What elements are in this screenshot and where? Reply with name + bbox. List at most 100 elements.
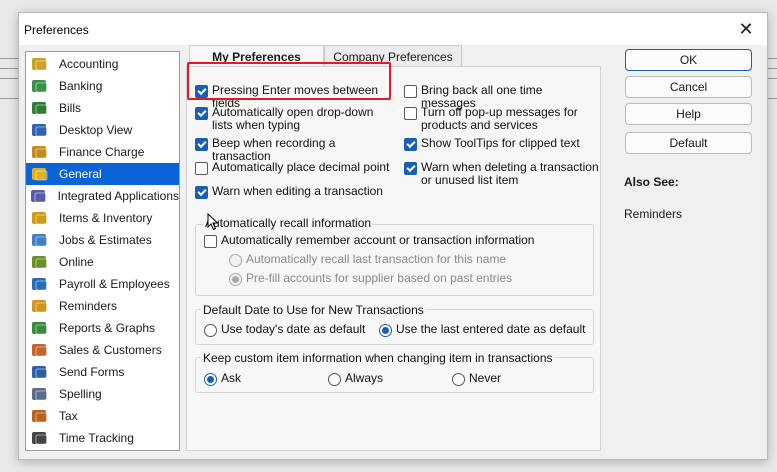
sidebar-item-label: General [59, 167, 102, 181]
close-button[interactable]: ✕ [735, 19, 757, 39]
use-today-radio[interactable]: Use today's date as default [204, 323, 374, 337]
items-inventory-icon [29, 209, 51, 227]
checkbox-box[interactable] [195, 186, 208, 199]
warn-deleting-checkbox[interactable]: Warn when deleting a transaction or unus… [404, 161, 599, 187]
auto-dropdown-checkbox[interactable]: Automatically open drop-down lists when … [195, 106, 395, 132]
turn-off-popup-checkbox[interactable]: Turn off pop-up messages for products an… [404, 106, 599, 132]
sidebar-item-finance-charge[interactable]: Finance Charge [26, 141, 179, 163]
sidebar-item-label: Tax [59, 409, 78, 423]
online-icon [29, 253, 51, 271]
sidebar-item-label: Jobs & Estimates [59, 233, 152, 247]
tab-my-preferences[interactable]: My Preferences [189, 45, 324, 67]
finance-charge-icon [29, 143, 51, 161]
sales-icon [29, 341, 51, 359]
banking-icon [29, 77, 51, 95]
default-button[interactable]: Default [625, 132, 752, 154]
sidebar-item-label: Payroll & Employees [59, 277, 170, 291]
radio-button[interactable] [328, 373, 341, 386]
sidebar-item-label: Integrated Applications [57, 189, 179, 203]
preferences-dialog: Preferences ✕ Accounting Banking Bills Desk… [18, 12, 768, 460]
bills-icon [29, 99, 51, 117]
sidebar-item-label: Spelling [59, 387, 102, 401]
sidebar-item-label: Online [59, 255, 94, 269]
reports-icon [29, 319, 51, 337]
radio-button[interactable] [204, 373, 217, 386]
sidebar-item-label: Send Forms [59, 365, 125, 379]
sidebar-item-label: Finance Charge [59, 145, 145, 159]
always-radio[interactable]: Always [328, 372, 408, 386]
accounting-icon [29, 55, 51, 73]
cancel-button[interactable]: Cancel [625, 76, 752, 98]
sidebar-item-time-tracking[interactable]: Time Tracking [26, 427, 179, 449]
sidebar-item-sales-customers[interactable]: Sales & Customers [26, 339, 179, 361]
window-title: Preferences [24, 23, 89, 37]
sidebar-item-items-inventory[interactable]: Items & Inventory [26, 207, 179, 229]
show-tooltips-checkbox[interactable]: Show ToolTips for clipped text [404, 137, 599, 151]
default-date-group-title: Default Date to Use for New Transactions [201, 303, 426, 317]
checkbox-box[interactable] [195, 85, 208, 98]
mouse-cursor-icon [207, 213, 219, 231]
checkbox-box[interactable] [404, 85, 417, 98]
ask-radio[interactable]: Ask [204, 372, 284, 386]
sidebar-item-reminders[interactable]: Reminders [26, 295, 179, 317]
also-see-label: Also See: [624, 175, 679, 189]
also-see-reminders-link[interactable]: Reminders [624, 207, 682, 221]
sidebar-item-send-forms[interactable]: Send Forms [26, 361, 179, 383]
tab-company-preferences[interactable]: Company Preferences [324, 45, 462, 67]
checkbox-box[interactable] [204, 235, 217, 248]
time-tracking-icon [29, 429, 51, 447]
general-icon [29, 165, 51, 183]
sidebar-item-jobs-estimates[interactable]: Jobs & Estimates [26, 229, 179, 251]
sidebar-item-label: Accounting [59, 57, 119, 71]
checkbox-box[interactable] [195, 162, 208, 175]
sidebar-item-label: Reminders [59, 299, 118, 313]
checkbox-box[interactable] [404, 162, 417, 175]
ok-button[interactable]: OK [625, 49, 752, 71]
sidebar-item-desktop-view[interactable]: Desktop View [26, 119, 179, 141]
checkbox-box[interactable] [195, 138, 208, 151]
sidebar-item-reports-graphs[interactable]: Reports & Graphs [26, 317, 179, 339]
sidebar-item-general[interactable]: General [26, 163, 179, 185]
decimal-point-checkbox[interactable]: Automatically place decimal point [195, 161, 395, 175]
remember-account-checkbox[interactable]: Automatically remember account or transa… [204, 234, 589, 248]
sidebar-item-label: Time Tracking [59, 431, 134, 445]
never-radio[interactable]: Never [452, 372, 532, 386]
payroll-icon [29, 275, 51, 293]
my-preferences-panel: Pressing Enter moves between fields Auto… [186, 66, 601, 451]
tax-icon [29, 407, 51, 425]
help-button[interactable]: Help [625, 103, 752, 125]
sidebar-item-tax[interactable]: Tax [26, 405, 179, 427]
sidebar-item-accounting[interactable]: Accounting [26, 53, 179, 75]
sidebar-item-payroll-employees[interactable]: Payroll & Employees [26, 273, 179, 295]
sidebar-item-label: Items & Inventory [59, 211, 153, 225]
recall-last-radio[interactable]: Automatically recall last transaction fo… [229, 253, 589, 267]
preferences-category-list[interactable]: Accounting Banking Bills Desktop View Financ… [25, 51, 180, 451]
checkbox-box[interactable] [195, 107, 208, 120]
recall-group-title: Automatically recall information [203, 216, 374, 230]
use-last-entered-radio[interactable]: Use the last entered date as default [379, 323, 589, 337]
sidebar-item-label: Desktop View [59, 123, 133, 137]
radio-button[interactable] [452, 373, 465, 386]
radio-button[interactable] [229, 254, 242, 267]
sidebar-item-spelling[interactable]: Spelling [26, 383, 179, 405]
radio-button[interactable] [379, 324, 392, 337]
spelling-icon [29, 385, 51, 403]
sidebar-item-integrated-applications[interactable]: Integrated Applications [26, 185, 179, 207]
warn-editing-checkbox[interactable]: Warn when editing a transaction [195, 185, 395, 199]
sidebar-item-label: Reports & Graphs [59, 321, 156, 335]
jobs-estimates-icon [29, 231, 51, 249]
prefill-accounts-radio[interactable]: Pre-fill accounts for supplier based on … [229, 272, 589, 286]
checkbox-box[interactable] [404, 107, 417, 120]
sidebar-item-label: Banking [59, 79, 103, 93]
sidebar-item-label: Bills [59, 101, 82, 115]
sidebar-item-banking[interactable]: Banking [26, 75, 179, 97]
integrated-apps-icon [29, 187, 50, 205]
title-bar: Preferences ✕ [19, 13, 767, 45]
sidebar-item-bills[interactable]: Bills [26, 97, 179, 119]
sidebar-item-label: Sales & Customers [59, 343, 162, 357]
sidebar-item-online[interactable]: Online [26, 251, 179, 273]
checkbox-box[interactable] [404, 138, 417, 151]
radio-button[interactable] [229, 273, 242, 286]
desktop-view-icon [29, 121, 51, 139]
radio-button[interactable] [204, 324, 217, 337]
